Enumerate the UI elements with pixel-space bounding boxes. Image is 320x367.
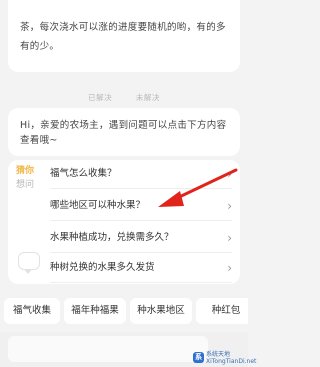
chevron-right-icon: › (227, 231, 232, 245)
quick-topic-chips: 福气收集 福年种福果 种水果地区 种红包 (0, 298, 248, 324)
feedback-row: 已解决 未解决 (0, 92, 248, 103)
chevron-right-icon: › (227, 199, 232, 213)
watermark-line2: XiTongTianDi.net (206, 358, 257, 365)
faq-item-fruit-regions[interactable]: 哪些地区可以种水果？ › (50, 192, 232, 221)
chip-fruit-regions[interactable]: 种水果地区 (130, 298, 192, 324)
chat-bubble-icon (18, 252, 40, 274)
chip-fortune-collect[interactable]: 福气收集 (4, 298, 60, 324)
faq-side-title-rest: 想问 (16, 180, 35, 190)
chip-red-packet[interactable]: 种红包 (196, 298, 248, 324)
faq-item-label: 福气怎么收集？ (50, 168, 117, 179)
message-input[interactable] (8, 336, 208, 362)
greeting-text: Hi，亲爱的农场主，遇到问题可以点击下方内容查看哦~ (20, 120, 227, 146)
faq-item-shipping-time[interactable]: 种树兑换的水果多久发货 › (50, 254, 232, 283)
chevron-right-icon: › (227, 167, 232, 181)
faq-item-label: 水果种植成功，兑换需多久？ (50, 232, 174, 243)
solved-feedback[interactable]: 已解决 (88, 93, 112, 102)
faq-side-title-accent: 猜你 (16, 166, 35, 176)
answer-message-card: 茶，每次浇水可以涨的进度要随机的哟，有的多有的少。 (8, 0, 240, 72)
faq-item-label: 哪些地区可以种水果？ (50, 200, 146, 211)
faq-item-redeem-time[interactable]: 水果种植成功，兑换需多久？ › (50, 224, 232, 253)
watermark-logo-icon: 系 (193, 352, 204, 363)
site-watermark: 系 系统天地 XiTongTianDi.net (193, 351, 257, 365)
faq-card: 猜你 想问 福气怎么收集？ › 哪些地区可以种水果？ › 水果种植成功，兑换需多… (8, 160, 240, 284)
faq-item-collect-fortune[interactable]: 福气怎么收集？ › (50, 160, 232, 189)
unsolved-feedback[interactable]: 未解决 (136, 93, 160, 102)
answer-message-text: 茶，每次浇水可以涨的进度要随机的哟，有的多有的少。 (20, 22, 226, 52)
chip-fortune-fruit[interactable]: 福年种福果 (64, 298, 126, 324)
chevron-right-icon: › (227, 261, 232, 275)
faq-side-title: 猜你 想问 (16, 164, 46, 192)
faq-item-label: 种树兑换的水果多久发货 (50, 262, 155, 273)
watermark-line1: 系统天地 (206, 351, 231, 358)
greeting-card: Hi，亲爱的农场主，遇到问题可以点击下方内容查看哦~ (8, 108, 240, 156)
